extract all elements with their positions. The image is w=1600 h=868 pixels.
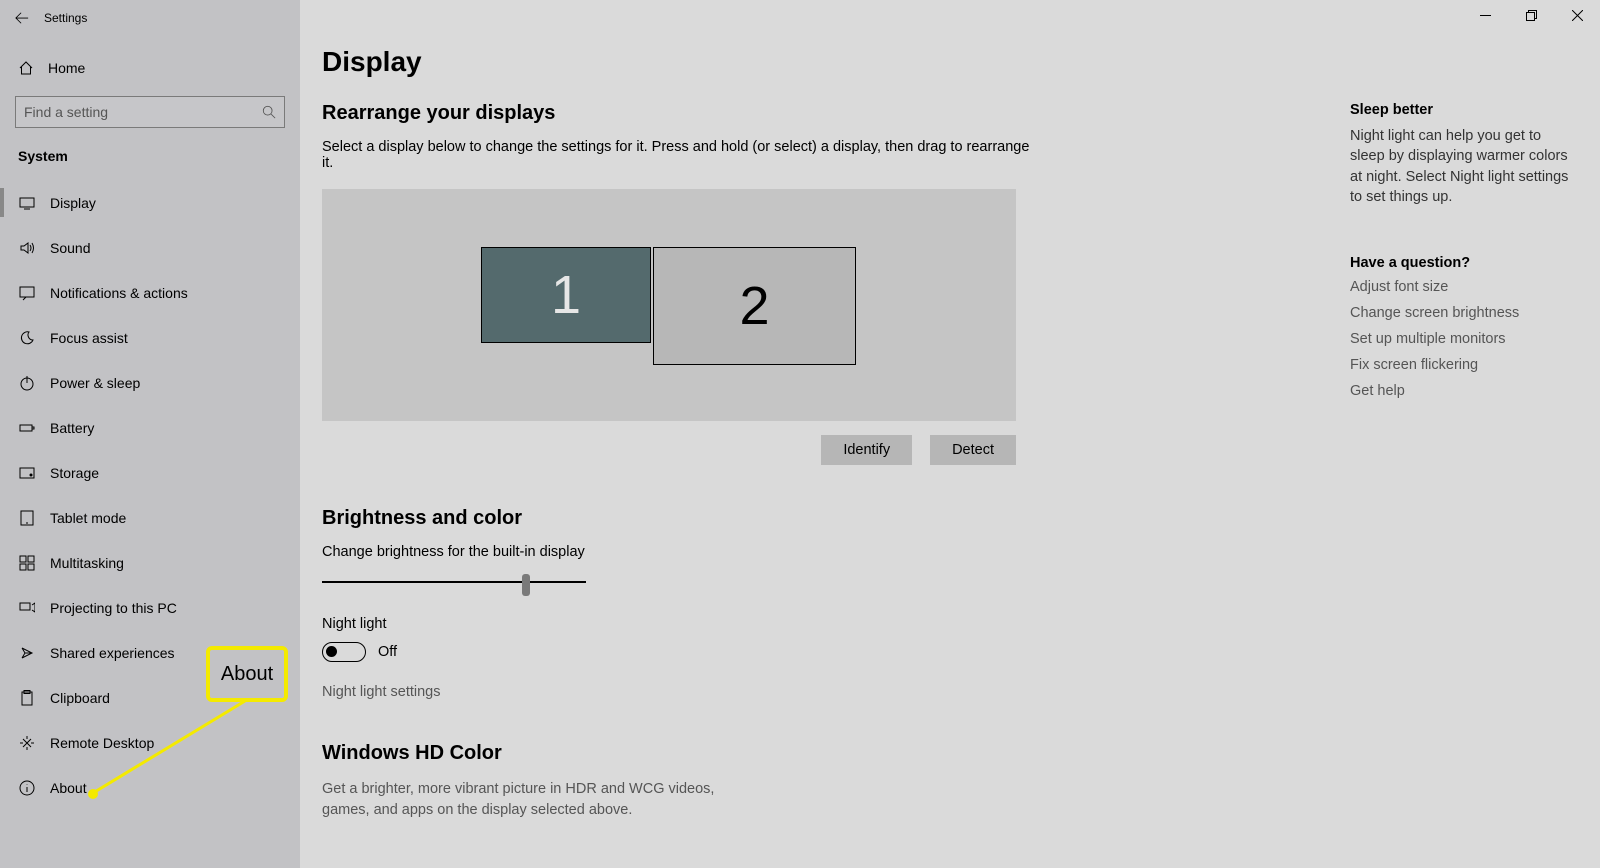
sidebar-item-label: About xyxy=(50,780,87,796)
detect-button[interactable]: Detect xyxy=(930,435,1016,465)
sidebar-item-projecting[interactable]: Projecting to this PC xyxy=(0,585,300,630)
annotation-callout: About xyxy=(206,646,288,702)
sidebar-item-label: Sound xyxy=(50,240,90,256)
app-title: Settings xyxy=(44,11,87,25)
rearrange-heading: Rearrange your displays xyxy=(322,102,1326,125)
sidebar-item-sound[interactable]: Sound xyxy=(0,225,300,270)
sidebar-item-label: Clipboard xyxy=(50,690,110,706)
sidebar-item-label: Display xyxy=(50,195,96,211)
monitor-2[interactable]: 2 xyxy=(653,247,856,365)
sidebar-item-label: Notifications & actions xyxy=(50,285,188,301)
page-title: Display xyxy=(322,46,1326,78)
minimize-icon xyxy=(1480,10,1491,21)
sidebar-item-about[interactable]: About xyxy=(0,765,300,810)
slider-thumb[interactable] xyxy=(522,574,530,596)
home-label: Home xyxy=(48,60,85,76)
battery-icon xyxy=(18,419,36,437)
sidebar-item-label: Shared experiences xyxy=(50,645,175,661)
sidebar-item-multitasking[interactable]: Multitasking xyxy=(0,540,300,585)
section-label: System xyxy=(0,142,300,180)
sidebar-item-label: Tablet mode xyxy=(50,510,126,526)
nightlight-label: Night light xyxy=(322,616,1326,632)
sidebar-item-battery[interactable]: Battery xyxy=(0,405,300,450)
brightness-label: Change brightness for the built-in displ… xyxy=(322,544,1326,560)
speaker-icon xyxy=(18,239,36,257)
close-button[interactable] xyxy=(1554,0,1600,30)
share-icon xyxy=(18,644,36,662)
tablet-icon xyxy=(18,509,36,527)
identify-button[interactable]: Identify xyxy=(821,435,912,465)
sidebar-item-home[interactable]: Home xyxy=(0,48,300,88)
sidebar-item-label: Power & sleep xyxy=(50,375,140,391)
home-icon xyxy=(18,60,34,76)
notification-icon xyxy=(18,284,36,302)
hd-heading: Windows HD Color xyxy=(322,742,1326,765)
sidebar-item-tablet-mode[interactable]: Tablet mode xyxy=(0,495,300,540)
moon-icon xyxy=(18,329,36,347)
sidebar-item-remote-desktop[interactable]: Remote Desktop xyxy=(0,720,300,765)
maximize-button[interactable] xyxy=(1508,0,1554,30)
arrow-left-icon xyxy=(15,11,29,25)
power-icon xyxy=(18,374,36,392)
sidebar-item-label: Focus assist xyxy=(50,330,128,346)
sidebar-item-power-sleep[interactable]: Power & sleep xyxy=(0,360,300,405)
multitasking-icon xyxy=(18,554,36,572)
sidebar: Home System Display Sound Notifications … xyxy=(0,0,300,868)
search-input[interactable] xyxy=(24,104,262,120)
monitor-icon xyxy=(18,194,36,212)
close-icon xyxy=(1572,10,1583,21)
sidebar-item-label: Projecting to this PC xyxy=(50,600,177,616)
help-link-flickering[interactable]: Fix screen flickering xyxy=(1350,357,1570,373)
monitor-1[interactable]: 1 xyxy=(481,247,651,343)
hd-body: Get a brighter, more vibrant picture in … xyxy=(322,779,752,821)
sidebar-item-storage[interactable]: Storage xyxy=(0,450,300,495)
search-icon xyxy=(262,105,276,119)
maximize-icon xyxy=(1526,10,1537,21)
sidebar-item-notifications[interactable]: Notifications & actions xyxy=(0,270,300,315)
sleep-better-body: Night light can help you get to sleep by… xyxy=(1350,126,1570,207)
storage-icon xyxy=(18,464,36,482)
nightlight-state: Off xyxy=(378,644,397,660)
sidebar-item-label: Storage xyxy=(50,465,99,481)
help-link-font-size[interactable]: Adjust font size xyxy=(1350,279,1570,295)
minimize-button[interactable] xyxy=(1462,0,1508,30)
projecting-icon xyxy=(18,599,36,617)
help-link-get-help[interactable]: Get help xyxy=(1350,383,1570,399)
display-arrange-area[interactable]: 1 2 xyxy=(322,189,1016,421)
clipboard-icon xyxy=(18,689,36,707)
help-link-monitors[interactable]: Set up multiple monitors xyxy=(1350,331,1570,347)
back-button[interactable] xyxy=(0,0,44,36)
brightness-slider[interactable] xyxy=(322,570,586,594)
sidebar-item-label: Multitasking xyxy=(50,555,124,571)
nightlight-settings-link[interactable]: Night light settings xyxy=(322,684,1326,700)
sidebar-item-label: Remote Desktop xyxy=(50,735,154,751)
help-link-brightness[interactable]: Change screen brightness xyxy=(1350,305,1570,321)
nightlight-toggle[interactable] xyxy=(322,642,366,662)
search-box[interactable] xyxy=(15,96,285,128)
remote-desktop-icon xyxy=(18,734,36,752)
sidebar-item-display[interactable]: Display xyxy=(0,180,300,225)
annotation-dot xyxy=(88,789,98,799)
question-heading: Have a question? xyxy=(1350,255,1570,271)
brightness-heading: Brightness and color xyxy=(322,507,1326,530)
sleep-better-heading: Sleep better xyxy=(1350,102,1570,118)
sidebar-item-focus-assist[interactable]: Focus assist xyxy=(0,315,300,360)
info-icon xyxy=(18,779,36,797)
rearrange-body: Select a display below to change the set… xyxy=(322,139,1042,171)
sidebar-item-label: Battery xyxy=(50,420,94,436)
